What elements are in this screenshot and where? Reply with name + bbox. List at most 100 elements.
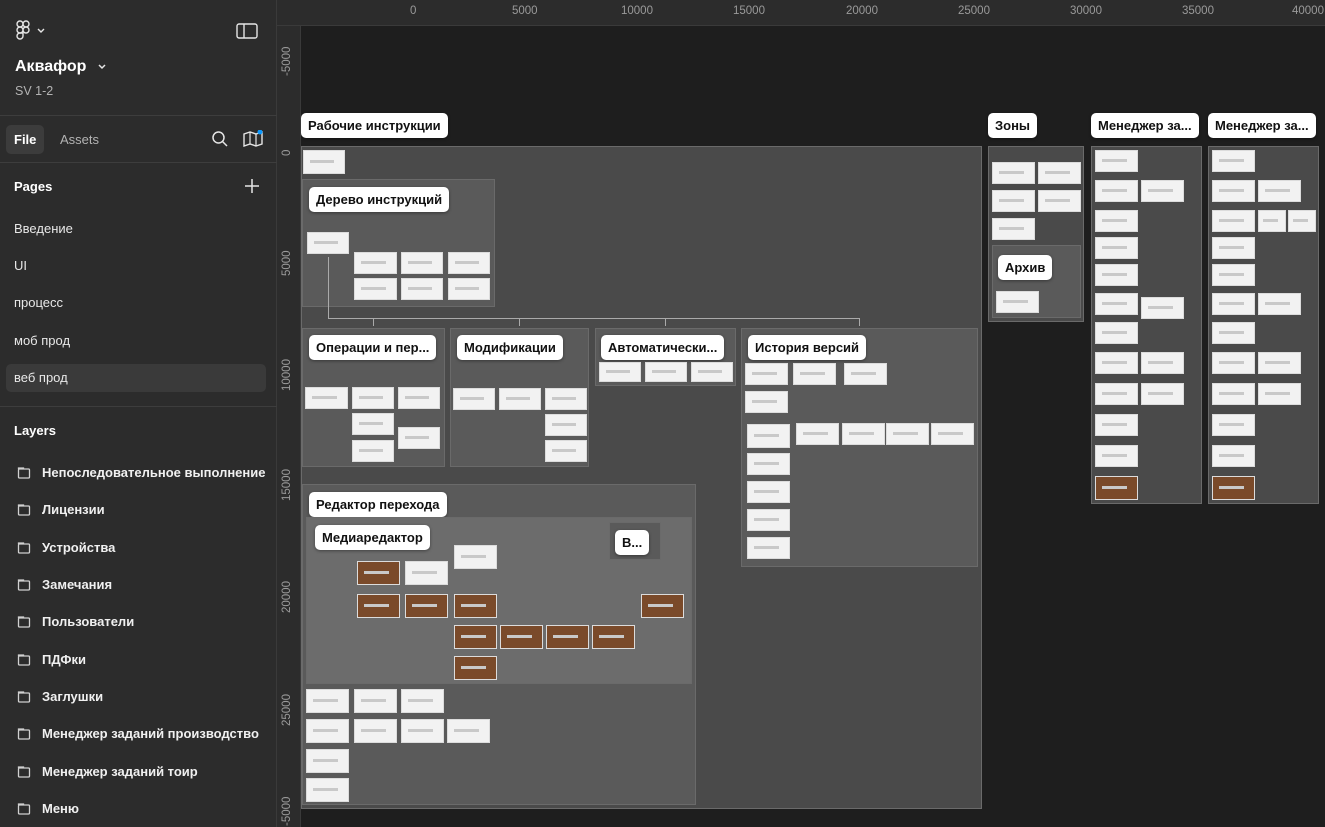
image-thumbnail[interactable] [500, 625, 543, 649]
frame-thumbnail[interactable] [352, 387, 394, 409]
layer-item[interactable]: Меню [0, 794, 277, 824]
library-icon[interactable] [242, 130, 264, 148]
section-label-task-manager-2[interactable]: Менеджер за... [1208, 113, 1316, 138]
frame-thumbnail[interactable] [1095, 322, 1138, 344]
page-item[interactable]: UI [6, 252, 266, 280]
frame-thumbnail[interactable] [645, 362, 687, 382]
section-label-archive[interactable]: Архив [998, 255, 1053, 280]
layer-item[interactable]: Непоследовательное выполнение [0, 458, 277, 488]
section-label-automatic[interactable]: Автоматически... [601, 335, 725, 360]
frame-thumbnail[interactable] [747, 453, 790, 475]
section-label-work-instructions[interactable]: Рабочие инструкции [301, 113, 448, 138]
frame-thumbnail[interactable] [499, 388, 541, 410]
frame-thumbnail[interactable] [354, 278, 397, 300]
frame-thumbnail[interactable] [354, 252, 397, 274]
frame-thumbnail[interactable] [992, 162, 1035, 184]
frame-thumbnail[interactable] [454, 545, 497, 569]
frame-thumbnail[interactable] [691, 362, 733, 382]
page-item[interactable]: моб прод [6, 327, 266, 355]
frame-thumbnail[interactable] [306, 719, 349, 743]
image-thumbnail[interactable] [454, 656, 497, 680]
frame-thumbnail[interactable] [305, 387, 348, 409]
layer-item[interactable]: Замечания [0, 570, 277, 600]
page-item[interactable]: процесс [6, 289, 266, 317]
frame-thumbnail[interactable] [1212, 150, 1255, 172]
frame-thumbnail[interactable] [1212, 293, 1255, 315]
frame-thumbnail[interactable] [1095, 264, 1138, 286]
image-thumbnail[interactable] [357, 594, 400, 618]
frame-thumbnail[interactable] [1258, 293, 1301, 315]
section-label-zones[interactable]: Зоны [988, 113, 1038, 138]
frame-thumbnail[interactable] [401, 252, 443, 274]
layer-item[interactable]: Заглушки [0, 682, 277, 712]
layer-item[interactable]: ПДФки [0, 645, 277, 675]
frame-thumbnail[interactable] [1095, 414, 1138, 436]
frame-thumbnail[interactable] [1141, 383, 1184, 405]
frame-thumbnail[interactable] [1038, 162, 1081, 184]
image-thumbnail[interactable] [592, 625, 635, 649]
frame-thumbnail[interactable] [1212, 237, 1255, 259]
tab-assets[interactable]: Assets [52, 125, 107, 154]
frame-thumbnail[interactable] [931, 423, 974, 445]
frame-thumbnail[interactable] [1095, 237, 1138, 259]
frame-thumbnail[interactable] [996, 291, 1039, 313]
section-label-media-editor[interactable]: Медиаредактор [315, 525, 430, 550]
image-thumbnail[interactable] [454, 625, 497, 649]
image-thumbnail[interactable] [1212, 476, 1255, 500]
frame-thumbnail[interactable] [405, 561, 448, 585]
frame-thumbnail[interactable] [401, 689, 444, 713]
frame-thumbnail[interactable] [1258, 210, 1286, 232]
figma-menu-icon[interactable] [16, 20, 48, 42]
frame-thumbnail[interactable] [1212, 322, 1255, 344]
image-thumbnail[interactable] [454, 594, 497, 618]
image-thumbnail[interactable] [641, 594, 684, 618]
frame-thumbnail[interactable] [453, 388, 495, 410]
frame-thumbnail[interactable] [1212, 414, 1255, 436]
frame-thumbnail[interactable] [1258, 180, 1301, 202]
frame-thumbnail[interactable] [354, 719, 397, 743]
frame-thumbnail[interactable] [1212, 383, 1255, 405]
frame-thumbnail[interactable] [745, 363, 788, 385]
image-thumbnail[interactable] [1095, 476, 1138, 500]
frame-thumbnail[interactable] [1141, 180, 1184, 202]
section-label-task-manager-1[interactable]: Менеджер за... [1091, 113, 1199, 138]
frame-thumbnail[interactable] [303, 150, 345, 174]
frame-thumbnail[interactable] [1212, 352, 1255, 374]
search-icon[interactable] [211, 130, 229, 148]
frame-thumbnail[interactable] [1095, 210, 1138, 232]
layer-item[interactable]: Устройства [0, 533, 277, 563]
frame-thumbnail[interactable] [747, 537, 790, 559]
page-item-active[interactable]: веб прод [6, 364, 266, 392]
frame-thumbnail[interactable] [1095, 293, 1138, 315]
frame-thumbnail[interactable] [545, 414, 587, 436]
frame-thumbnail[interactable] [448, 252, 490, 274]
layer-item[interactable]: Пользователи [0, 607, 277, 637]
frame-thumbnail[interactable] [306, 749, 349, 773]
section-label-v-small[interactable]: В... [615, 530, 650, 555]
frame-thumbnail[interactable] [1095, 150, 1138, 172]
frame-thumbnail[interactable] [992, 218, 1035, 240]
add-page-icon[interactable] [244, 178, 260, 194]
frame-thumbnail[interactable] [747, 509, 790, 531]
frame-thumbnail[interactable] [1258, 352, 1301, 374]
frame-thumbnail[interactable] [1095, 180, 1138, 202]
frame-thumbnail[interactable] [447, 719, 490, 743]
frame-thumbnail[interactable] [1212, 180, 1255, 202]
toggle-panel-icon[interactable] [236, 22, 258, 40]
frame-thumbnail[interactable] [796, 423, 839, 445]
section-label-history[interactable]: История версий [748, 335, 867, 360]
frame-thumbnail[interactable] [886, 423, 929, 445]
frame-thumbnail[interactable] [992, 190, 1035, 212]
frame-thumbnail[interactable] [306, 778, 349, 802]
frame-thumbnail[interactable] [842, 423, 885, 445]
frame-thumbnail[interactable] [844, 363, 887, 385]
frame-thumbnail[interactable] [448, 278, 490, 300]
frame-thumbnail[interactable] [747, 424, 790, 448]
frame-thumbnail[interactable] [1212, 264, 1255, 286]
tab-file[interactable]: File [6, 125, 45, 154]
frame-thumbnail[interactable] [398, 427, 440, 449]
frame-thumbnail[interactable] [1095, 352, 1138, 374]
frame-thumbnail[interactable] [1141, 297, 1184, 319]
chevron-down-icon[interactable] [96, 62, 108, 72]
frame-thumbnail[interactable] [1141, 352, 1184, 374]
